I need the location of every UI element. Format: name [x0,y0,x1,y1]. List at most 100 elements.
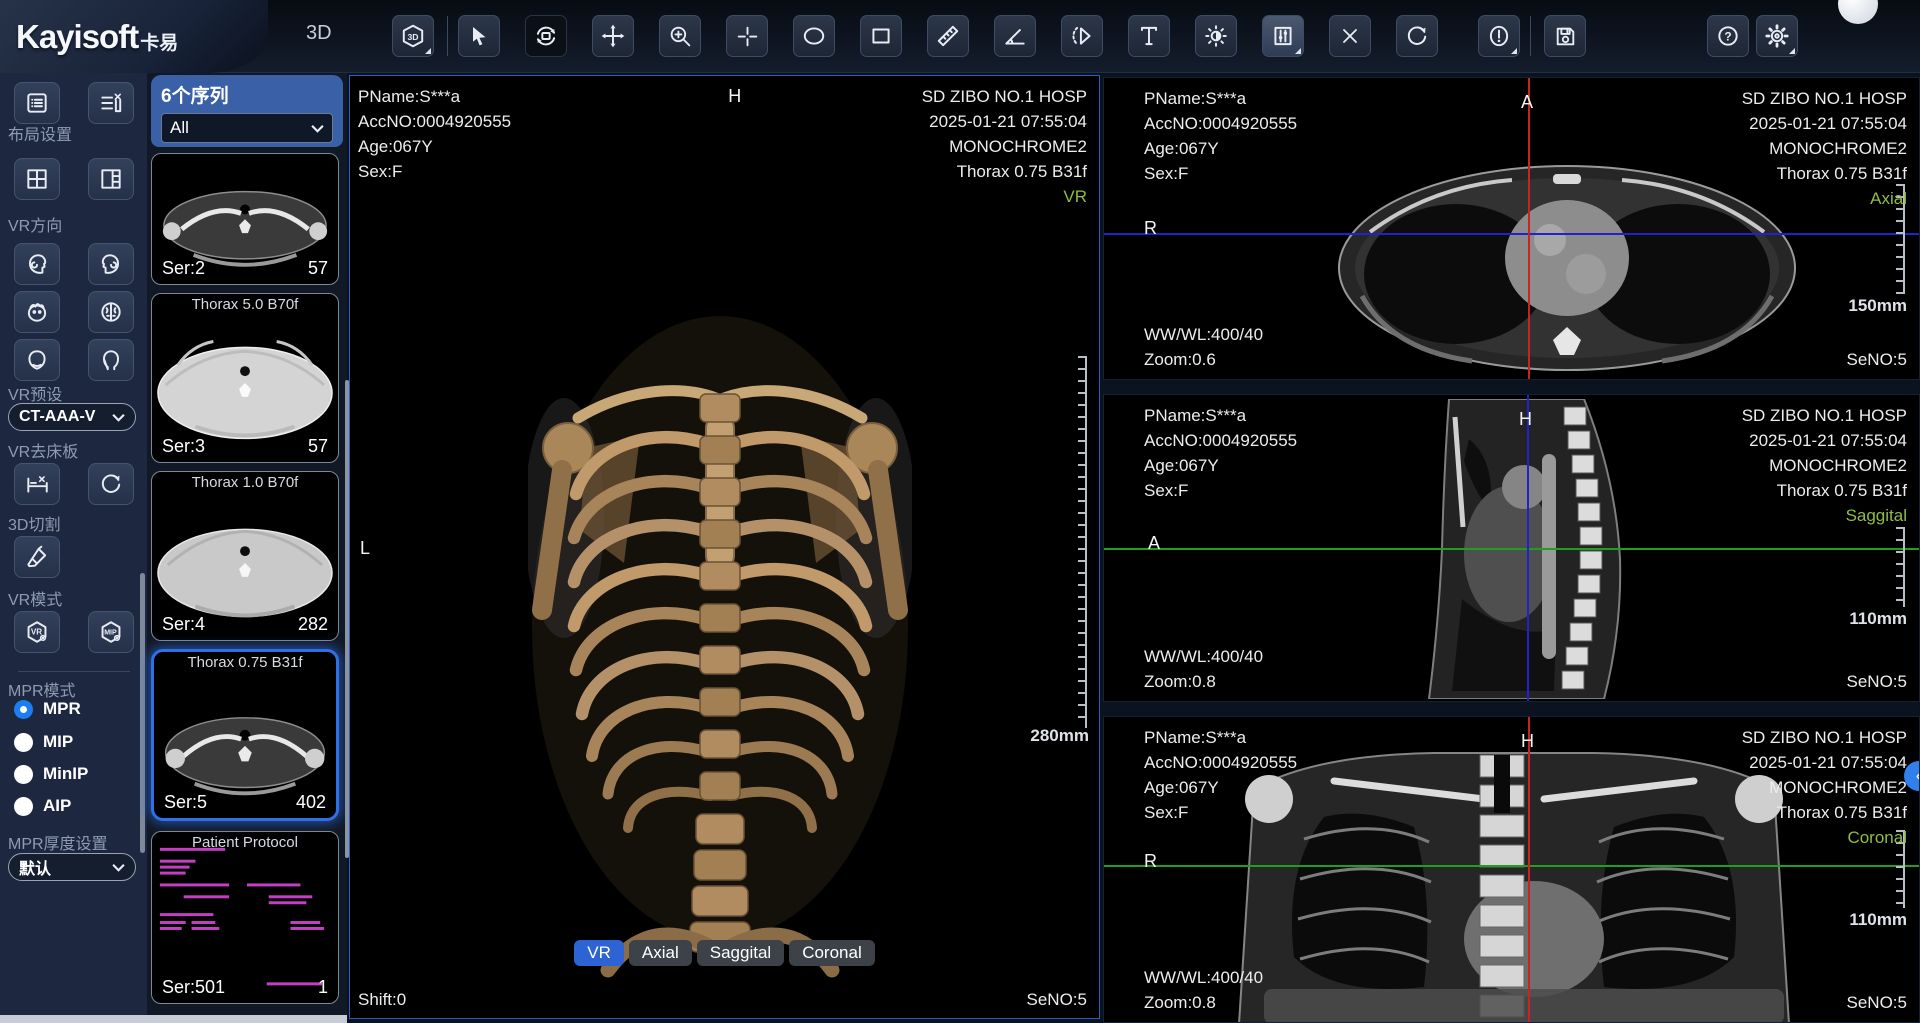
radio-circle [14,765,33,784]
delete-icon[interactable] [1329,15,1371,57]
patient-age: Age:067Y [1144,453,1297,478]
left-sidebar: 布局设置 VR方向 [0,73,147,1015]
series-filter-select[interactable]: All [161,113,333,143]
mpr-axial-viewport[interactable]: PName:S***a AccNO:0004920555 Age:067Y Se… [1103,77,1920,380]
image-count: 282 [298,614,328,635]
user-avatar[interactable] [1838,0,1878,24]
help-icon[interactable]: ? [1707,15,1749,57]
rect-roi-icon[interactable] [860,15,902,57]
settings-icon[interactable] [1756,15,1798,57]
view-type-label: Saggital [1742,503,1907,528]
study-datetime: 2025-01-21 07:55:04 [922,109,1087,134]
vr-viewport[interactable]: PName:S***a AccNO:0004920555 Age:067Y Se… [349,75,1100,1019]
patient-age: Age:067Y [358,134,511,159]
photometric-interpretation: MONOCHROME2 [922,134,1087,159]
view-3d-cube-icon[interactable]: 3D [392,15,434,57]
radio-mpr[interactable]: MPR [14,699,81,719]
horizontal-scrollbar[interactable] [0,1015,347,1023]
crosshair-horizontal-green[interactable] [1104,865,1919,867]
mpr-thickness-select[interactable]: 默认 [8,853,136,881]
rotate-3d-icon[interactable] [525,15,567,57]
radio-mip[interactable]: MIP [14,732,73,752]
reset-icon[interactable] [1396,15,1438,57]
vr-mode-mip-icon[interactable]: MIP [88,611,134,653]
vr-preset-select[interactable]: CT-AAA-V [8,403,136,431]
window-level-icon[interactable] [1195,15,1237,57]
vr-head-front-icon[interactable] [14,339,60,381]
axial-view-button[interactable]: Axial [629,940,692,966]
scale-ruler [1896,527,1905,607]
series-no-value: SeNO:5 [1847,990,1907,1015]
series-no-value: SeNO:5 [1847,669,1907,694]
vr-head-back-icon[interactable] [88,339,134,381]
chevron-down-icon [112,863,125,872]
layout-grid-2x2-icon[interactable] [14,158,60,200]
series-thumbnail-ser501[interactable]: Patient Protocol Ser:501 1 [151,831,339,1004]
layout-close-icon[interactable] [88,82,134,124]
ellipse-roi-icon[interactable] [793,15,835,57]
saggital-view-button[interactable]: Saggital [697,940,784,966]
orientation-marker-top: H [1519,409,1532,430]
crosshair-vertical-red[interactable] [1528,78,1530,379]
photometric-interpretation: MONOCHROME2 [1742,775,1907,800]
coronal-view-button[interactable]: Coronal [789,940,875,966]
mpr-mode-label: MPR模式 [8,677,76,701]
mpr-saggital-viewport[interactable]: PName:S***a AccNO:0004920555 Age:067Y Se… [1103,394,1920,702]
crosshair-vertical-blue[interactable] [1527,395,1529,701]
ruler-icon[interactable] [927,15,969,57]
layout-right-column-icon[interactable] [88,158,134,200]
zoom-value: Zoom:0.6 [1144,347,1216,372]
study-datetime: 2025-01-21 07:55:04 [1742,428,1907,453]
cursor-icon[interactable] [458,15,500,57]
pan-icon[interactable] [592,15,634,57]
patient-sex: Sex:F [1144,478,1297,503]
crosshair-icon[interactable] [726,15,768,57]
levels-panel-icon[interactable] [1262,15,1304,57]
crosshair-horizontal-green[interactable] [1104,548,1919,550]
photometric-interpretation: MONOCHROME2 [1742,136,1907,161]
vr-view-button[interactable]: VR [574,940,624,966]
sidebar-scrollbar[interactable] [140,573,145,853]
layout-list-icon[interactable] [14,82,60,124]
brand-name: Kayisoft [16,18,138,56]
series-title: Patient Protocol [152,834,338,851]
vr-head-left-icon[interactable] [14,243,60,285]
radio-aip[interactable]: AIP [14,796,71,816]
series-thumbnail-ser3[interactable]: Thorax 5.0 B70f Ser:3 57 [151,293,339,463]
vr-preset-label: VR预设 [8,381,62,405]
hospital-name: SD ZIBO NO.1 HOSP [1742,725,1907,750]
text-annotation-icon[interactable] [1128,15,1170,57]
radio-label: MIP [43,732,73,752]
remove-bed-icon[interactable] [14,463,60,505]
crosshair-vertical-red[interactable] [1528,717,1530,1022]
vr-head-top-icon[interactable] [14,291,60,333]
scalpel-icon[interactable] [14,536,60,578]
angle-icon[interactable] [994,15,1036,57]
vr-head-split-icon[interactable] [88,291,134,333]
zoom-in-icon[interactable] [659,15,701,57]
patient-sex: Sex:F [358,159,511,184]
series-number: Ser:5 [164,792,207,813]
wwwl-value: WW/WL:400/40 [1144,322,1263,347]
dropdown-caret [1511,48,1517,54]
bed-reset-icon[interactable] [88,463,134,505]
app-logo: Kayisoft 卡易 [0,0,268,73]
cobb-angle-icon[interactable] [1061,15,1103,57]
vr-head-right-icon[interactable] [88,243,134,285]
view-type-label: Coronal [1742,825,1907,850]
series-thumbnail-ser5-selected[interactable]: Thorax 0.75 B31f Ser:5 402 [151,649,339,821]
save-icon[interactable] [1544,15,1586,57]
vr-mode-vr-icon[interactable]: VR [14,611,60,653]
accession-number: AccNO:0004920555 [1144,428,1297,453]
radio-minip[interactable]: MinIP [14,764,88,784]
mpr-coronal-viewport[interactable]: PName:S***a AccNO:0004920555 Age:067Y Se… [1103,716,1920,1023]
crosshair-horizontal-blue[interactable] [1104,233,1919,235]
patient-age: Age:067Y [1144,775,1297,800]
patient-info-overlay: PName:S***a AccNO:0004920555 Age:067Y Se… [1144,725,1297,825]
series-thumbnail-ser4[interactable]: Thorax 1.0 B70f Ser:4 282 [151,471,339,641]
scale-label: 110mm [1849,609,1907,629]
series-description: Thorax 0.75 B31f [1742,161,1907,186]
series-thumbnail-ser2[interactable]: Ser:2 57 [151,153,339,285]
vr-bed-removal-label: VR去床板 [8,438,78,462]
alert-icon[interactable] [1478,15,1520,57]
